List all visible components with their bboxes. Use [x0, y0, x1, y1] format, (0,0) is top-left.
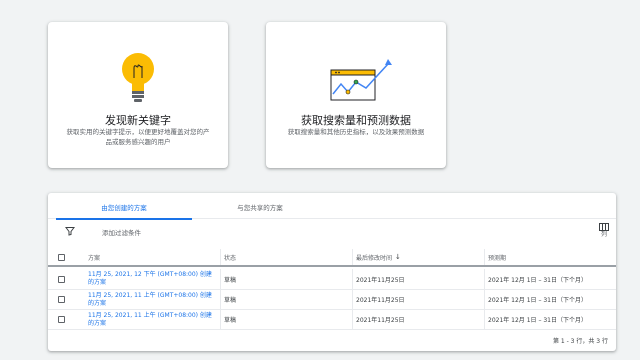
plan-link[interactable]: 11月 25, 2021, 11 上午 (GMT+08:00) 创建 的方案: [88, 292, 212, 308]
header-plan[interactable]: 方案: [88, 249, 218, 265]
table-row: 11月 25, 2021, 11 上午 (GMT+08:00) 创建 的方案 草稿…: [48, 310, 616, 330]
table-header-row: 方案 状态 最后修改时间 ↓ 预测期: [48, 249, 616, 267]
status-cell: 草稿: [224, 276, 237, 284]
columns-icon: [599, 223, 609, 231]
status-cell: 草稿: [224, 317, 237, 324]
columns-label: 列: [600, 231, 607, 238]
discover-keywords-card[interactable]: 发现新关键字 获取实用的关键字提示，以便更好地覆盖对您的产 品或服务感兴趣的用户: [48, 22, 228, 168]
filter-bar: 添加过滤条件 列: [48, 220, 616, 242]
last-modified-cell: 2021年11月25日: [356, 297, 405, 304]
forecast-period-cell: 2021年 12月 1日 – 31日（下个月）: [488, 297, 587, 304]
row-checkbox[interactable]: [58, 275, 65, 283]
lightbulb-icon: [48, 32, 228, 120]
plan-link[interactable]: 11月 25, 2021, 12 下午 (GMT+08:00) 创建 的方案: [88, 271, 212, 287]
add-filter-button[interactable]: 添加过滤条件: [102, 227, 141, 237]
card-title: 获取搜索量和预测数据: [301, 114, 411, 127]
filter-icon[interactable]: [65, 226, 75, 236]
last-modified-cell: 2021年11月25日: [356, 276, 405, 284]
header-last-modified[interactable]: 最后修改时间 ↓: [356, 249, 486, 265]
forecast-period-cell: 2021年 12月 1日 – 31日（下个月）: [488, 276, 587, 284]
columns-button[interactable]: 列: [594, 223, 614, 243]
header-status[interactable]: 状态: [224, 249, 304, 265]
plan-tabs: 由您创建的方案 与您共享的方案: [48, 193, 616, 220]
plans-panel: 由您创建的方案 与您共享的方案 添加过滤条件 列 方案 状态 最后修改时间↓: [48, 193, 616, 351]
sort-descending-icon: ↓: [395, 253, 401, 261]
row-checkbox[interactable]: [58, 296, 65, 303]
header-forecast-period[interactable]: 预测期: [488, 249, 608, 265]
plan-link[interactable]: 11月 25, 2021, 11 上午 (GMT+08:00) 创建 的方案: [88, 312, 212, 328]
card-description: 获取搜索量和其他历史指标，以及效果预测数据: [287, 128, 425, 136]
last-modified-cell: 2021年11月25日: [356, 317, 405, 324]
table-row: 11月 25, 2021, 11 上午 (GMT+08:00) 创建 的方案 草稿…: [48, 290, 616, 310]
select-all-checkbox[interactable]: [58, 253, 65, 261]
tab-shared-with-you[interactable]: 与您共享的方案: [192, 193, 328, 219]
card-description: 获取实用的关键字提示，以便更好地覆盖对您的产 品或服务感兴趣的用户: [66, 128, 210, 146]
table-row: 11月 25, 2021, 12 下午 (GMT+08:00) 创建 的方案 草稿…: [48, 269, 616, 290]
search-volume-forecast-card[interactable]: 获取搜索量和预测数据 获取搜索量和其他历史指标，以及效果预测数据: [266, 22, 446, 168]
tab-created-by-you[interactable]: 由您创建的方案: [56, 193, 192, 220]
forecast-chart-icon: [266, 32, 446, 120]
row-checkbox[interactable]: [58, 316, 65, 323]
card-title: 发现新关键字: [105, 114, 171, 127]
forecast-period-cell: 2021年 12月 1日 – 31日（下个月）: [488, 317, 587, 324]
pagination-text: 第 1 - 3 行，共 3 行: [552, 338, 608, 345]
status-cell: 草稿: [224, 297, 237, 304]
